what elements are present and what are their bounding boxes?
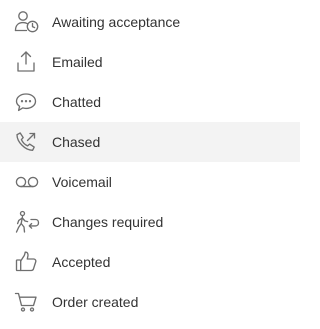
status-item-emailed[interactable]: Emailed xyxy=(0,42,300,82)
status-item-label: Chatted xyxy=(52,94,102,110)
status-item-label: Order created xyxy=(52,294,139,310)
status-item-voicemail[interactable]: Voicemail xyxy=(0,162,300,202)
person-walking-arrow-icon xyxy=(14,210,40,234)
thumbs-up-icon xyxy=(14,250,40,274)
voicemail-icon xyxy=(14,170,40,194)
status-item-chatted[interactable]: Chatted xyxy=(0,82,300,122)
status-menu: Awaiting acceptance Emailed Chatted Chas… xyxy=(0,0,300,329)
status-item-awaiting-acceptance[interactable]: Awaiting acceptance xyxy=(0,2,300,42)
status-item-changes-required[interactable]: Changes required xyxy=(0,202,300,242)
status-item-label: Changes required xyxy=(52,214,164,230)
status-item-label: Awaiting acceptance xyxy=(52,14,181,30)
phone-outgoing-icon xyxy=(14,130,40,154)
speech-bubble-icon xyxy=(14,90,40,114)
status-item-label: Chased xyxy=(52,134,101,150)
user-clock-icon xyxy=(14,10,40,34)
status-item-label: Voicemail xyxy=(52,174,112,190)
status-item-chased[interactable]: Chased xyxy=(0,122,300,162)
status-item-label: Emailed xyxy=(52,54,103,70)
status-item-order-created[interactable]: Order created xyxy=(0,282,300,322)
status-item-accepted[interactable]: Accepted xyxy=(0,242,300,282)
shopping-cart-icon xyxy=(14,290,40,314)
status-item-label: Accepted xyxy=(52,254,111,270)
upload-tray-icon xyxy=(14,50,40,74)
